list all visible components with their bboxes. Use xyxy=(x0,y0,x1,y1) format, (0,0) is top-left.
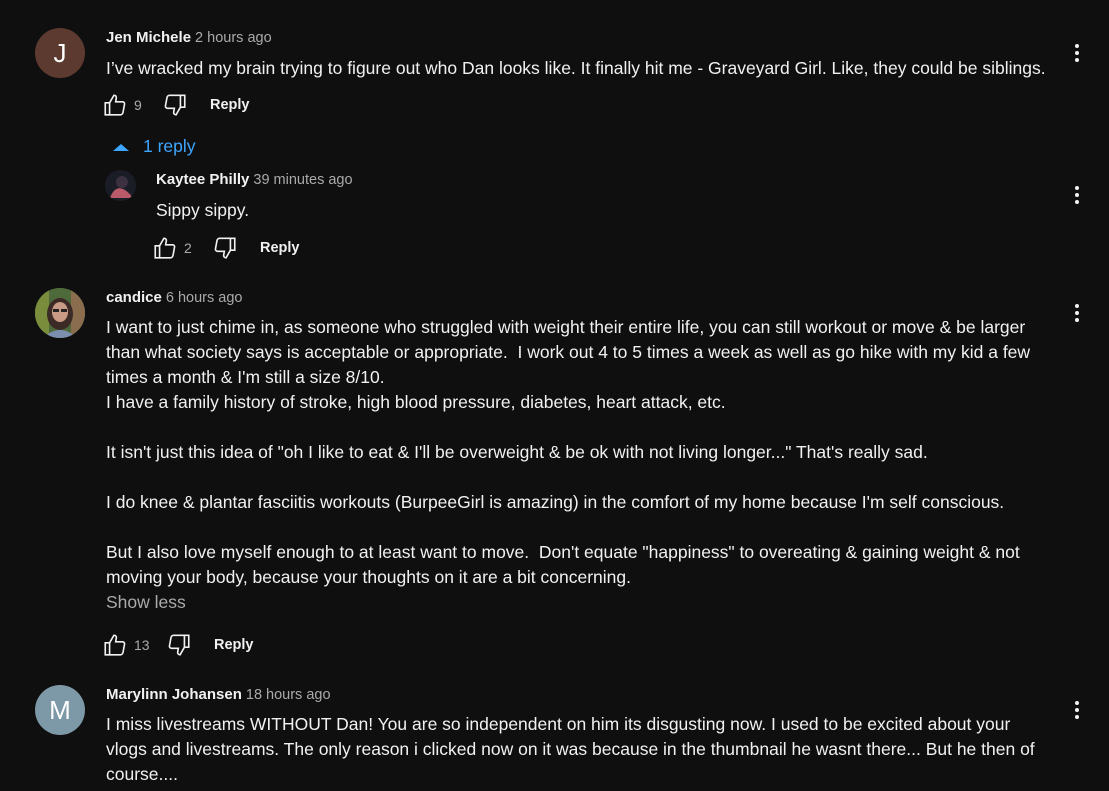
reply-button[interactable]: Reply xyxy=(260,240,300,256)
replies-count: 1 reply xyxy=(143,136,196,156)
reply-text: Sippy sippy. xyxy=(156,200,250,220)
comment-timestamp[interactable]: 6 hours ago xyxy=(166,290,243,306)
like-icon[interactable] xyxy=(100,630,130,660)
more-actions-icon[interactable] xyxy=(1065,41,1089,65)
caret-up-icon xyxy=(113,143,129,151)
comment-author[interactable]: Marylinn Johansen xyxy=(106,686,242,703)
avatar-letter: M xyxy=(49,694,71,725)
replies-toggle[interactable]: 1 reply xyxy=(112,136,196,157)
dislike-icon[interactable] xyxy=(164,630,194,660)
more-actions-icon[interactable] xyxy=(1065,183,1089,207)
reply-avatar[interactable] xyxy=(105,170,136,201)
like-count: 2 xyxy=(184,240,192,256)
more-actions-icon[interactable] xyxy=(1065,698,1089,722)
like-count: 13 xyxy=(134,637,150,653)
avatar[interactable] xyxy=(35,288,85,338)
comment-text: I’ve wracked my brain trying to figure o… xyxy=(106,58,1046,78)
comment-author[interactable]: candice xyxy=(106,289,162,306)
comment-timestamp[interactable]: 2 hours ago xyxy=(195,30,272,46)
comment-text: I want to just chime in, as someone who … xyxy=(106,317,1031,587)
avatar-letter: J xyxy=(53,37,67,68)
reply-button[interactable]: Reply xyxy=(210,97,250,113)
dislike-icon[interactable] xyxy=(160,90,190,120)
comment-author[interactable]: Jen Michele xyxy=(106,29,191,46)
avatar[interactable]: J xyxy=(35,28,85,78)
dislike-icon[interactable] xyxy=(210,233,240,263)
reply-timestamp[interactable]: 39 minutes ago xyxy=(253,172,352,188)
more-actions-icon[interactable] xyxy=(1065,301,1089,325)
like-icon[interactable] xyxy=(150,233,180,263)
comment-timestamp[interactable]: 18 hours ago xyxy=(246,687,331,703)
reply-button[interactable]: Reply xyxy=(214,637,254,653)
comment-text: I miss livestreams WITHOUT Dan! You are … xyxy=(106,714,1040,784)
avatar[interactable]: M xyxy=(35,685,85,735)
show-less-button[interactable]: Show less xyxy=(106,592,1056,613)
reply-author[interactable]: Kaytee Philly xyxy=(156,171,249,188)
like-count: 9 xyxy=(134,97,142,113)
like-icon[interactable] xyxy=(100,90,130,120)
